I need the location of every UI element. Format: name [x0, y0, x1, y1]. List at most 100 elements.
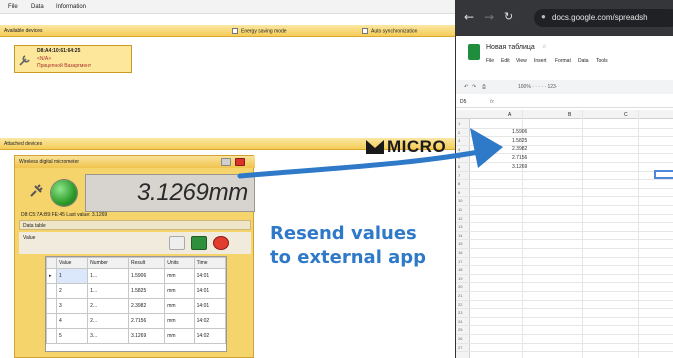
cell[interactable]: mm — [164, 328, 195, 344]
cell[interactable]: 2.7156 — [127, 313, 166, 329]
back-icon[interactable]: ← — [464, 10, 474, 24]
table-row[interactable]: 5 3... 3.1269 mm 14:02 — [46, 328, 227, 344]
row-number[interactable]: 24 — [458, 319, 462, 324]
row-number[interactable]: 13 — [458, 224, 462, 229]
spreadsheet-grid[interactable]: A B C 1 2 3 4 5 6 7 8 9 10 11 12 13 14 15 16 17 18 19 20 21 2… — [456, 110, 673, 358]
cell[interactable]: 2... — [87, 298, 129, 314]
cell[interactable]: 3.1269 — [127, 328, 166, 344]
table-row[interactable]: 4 2... 2.7156 mm 14:02 — [46, 313, 227, 329]
row-number[interactable]: 5 — [458, 155, 460, 160]
cell[interactable]: 1.5825 — [127, 283, 166, 299]
auto-sync-checkbox[interactable]: Auto synchronization — [362, 28, 417, 34]
sheets-menu-edit[interactable]: Edit — [501, 58, 510, 64]
grid-line — [456, 265, 673, 267]
cell[interactable]: mm — [164, 268, 195, 284]
name-box[interactable]: D5 — [460, 99, 466, 105]
row-number[interactable]: 2 — [458, 130, 460, 135]
row-number[interactable]: 12 — [458, 216, 462, 221]
table-row[interactable]: 3 2... 2.3982 mm 14:01 — [46, 298, 227, 314]
cell[interactable]: 2... — [87, 313, 129, 329]
selected-cell[interactable] — [654, 170, 673, 179]
spreadsheet-cell[interactable]: 1.5825 — [512, 138, 527, 144]
spreadsheet-cell[interactable]: 2.3982 — [512, 146, 527, 152]
row-number[interactable]: 11 — [458, 207, 462, 212]
redo-icon[interactable]: ↷ — [472, 84, 476, 90]
cell[interactable]: 14:01 — [193, 283, 227, 299]
forward-icon[interactable]: → — [484, 10, 494, 24]
doc-title[interactable]: Новая таблица — [486, 44, 535, 51]
sheets-menu-file[interactable]: File — [486, 58, 494, 64]
energy-saving-checkbox[interactable]: Energy saving mode — [232, 28, 287, 34]
cell[interactable]: 14:01 — [193, 298, 227, 314]
cell[interactable]: 1 — [55, 268, 89, 284]
excel-export-icon[interactable] — [191, 236, 207, 250]
cell[interactable]: mm — [164, 283, 195, 299]
row-number[interactable]: 18 — [458, 267, 462, 272]
menu-file[interactable]: File — [8, 4, 18, 11]
row-number[interactable]: 19 — [458, 276, 462, 281]
sheets-menu-tools[interactable]: Tools — [596, 58, 608, 64]
row-number[interactable]: 1 — [458, 121, 460, 126]
spreadsheet-cell[interactable]: 2.7156 — [512, 155, 527, 161]
col-result-header: Result — [127, 257, 166, 269]
annotation-text: Resend values to external app — [270, 222, 450, 270]
sheets-menu-data[interactable]: Data — [578, 58, 589, 64]
grid-line — [456, 144, 673, 146]
row-number[interactable]: 26 — [458, 336, 462, 341]
cell[interactable]: 3 — [55, 298, 89, 314]
sheets-menu-format[interactable]: Format — [555, 58, 571, 64]
cell[interactable]: 4 — [55, 313, 89, 329]
cell[interactable]: mm — [164, 313, 195, 329]
row-number[interactable]: 4 — [458, 147, 460, 152]
cell[interactable]: 14:02 — [193, 328, 227, 344]
row-number[interactable]: 14 — [458, 233, 462, 238]
row-number[interactable]: 15 — [458, 241, 462, 246]
row-number[interactable]: 9 — [458, 190, 460, 195]
grid-line — [456, 205, 673, 206]
spreadsheet-cell[interactable]: 3.1269 — [512, 164, 527, 170]
row-number[interactable]: 25 — [458, 327, 462, 332]
cell[interactable]: 1.5906 — [127, 268, 166, 284]
toolbar-controls[interactable]: 100% · · · · · 123· — [518, 84, 557, 90]
row-number[interactable]: 22 — [458, 302, 462, 307]
table-row[interactable]: ▸ 1 1... 1.5906 mm 14:01 — [46, 268, 227, 284]
row-number[interactable]: 27 — [458, 345, 462, 350]
cell[interactable]: 1... — [87, 268, 129, 284]
undo-icon[interactable]: ↶ — [464, 84, 468, 90]
address-bar[interactable]: ● docs.google.com/spreadsh — [534, 9, 673, 27]
star-icon[interactable]: ☆ — [542, 44, 546, 50]
row-indicator-header — [46, 257, 57, 269]
menu-data[interactable]: Data — [31, 4, 44, 11]
cell[interactable]: 2 — [55, 283, 89, 299]
energy-saving-label: Energy saving mode — [241, 28, 287, 35]
cell[interactable]: 1... — [87, 283, 129, 299]
table-row[interactable]: 2 1... 1.5825 mm 14:01 — [46, 283, 227, 299]
available-device-item[interactable]: D8:A4:10:61:64:25 <N/A> Прицепной Вазарг… — [14, 45, 132, 73]
menu-information[interactable]: Information — [56, 4, 86, 11]
row-number[interactable]: 17 — [458, 259, 462, 264]
spreadsheet-cell[interactable]: 1.5906 — [512, 129, 527, 135]
row-number[interactable]: 10 — [458, 198, 462, 203]
reload-icon[interactable]: ↻ — [504, 10, 513, 23]
print-icon[interactable]: ⎙ — [482, 84, 486, 90]
pin-icon[interactable] — [221, 158, 231, 166]
row-number[interactable]: 8 — [458, 181, 460, 186]
clear-icon[interactable] — [213, 236, 229, 250]
cell[interactable]: 3... — [87, 328, 129, 344]
row-number[interactable]: 16 — [458, 250, 462, 255]
row-number[interactable]: 21 — [458, 293, 462, 298]
cell[interactable]: 14:02 — [193, 313, 227, 329]
row-number[interactable]: 6 — [458, 164, 460, 169]
row-number[interactable]: 7 — [458, 173, 460, 178]
row-number[interactable]: 23 — [458, 310, 462, 315]
row-number[interactable]: 3 — [458, 138, 460, 143]
close-icon[interactable] — [235, 158, 245, 166]
sheets-menu-view[interactable]: View — [516, 58, 527, 64]
cell[interactable]: 5 — [55, 328, 89, 344]
sheets-menu-insert[interactable]: Insert — [534, 58, 547, 64]
cell[interactable]: 14:01 — [193, 268, 227, 284]
chart-icon[interactable] — [169, 236, 185, 250]
row-number[interactable]: 20 — [458, 284, 462, 289]
cell[interactable]: mm — [164, 298, 195, 314]
cell[interactable]: 2.3982 — [127, 298, 166, 314]
